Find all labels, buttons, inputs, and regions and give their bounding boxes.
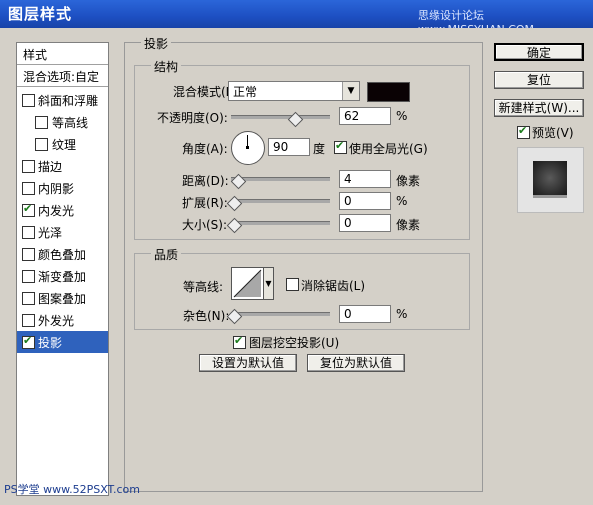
spread-input[interactable]: 0 [339, 192, 391, 210]
knockout-checkbox[interactable] [233, 334, 246, 349]
style-item-checkbox[interactable] [35, 138, 48, 151]
footer-logo: PS学堂 www.52PSXT.com [4, 483, 140, 496]
contour-label: 等高线: [183, 280, 224, 294]
style-item-checkbox[interactable] [22, 248, 35, 261]
contour-picker[interactable] [231, 267, 264, 300]
style-item-label: 外发光 [38, 314, 75, 328]
style-item-checkbox[interactable] [22, 270, 35, 283]
blend-options-item[interactable]: 混合选项:自定 [17, 65, 108, 87]
style-item-label: 描边 [38, 160, 63, 174]
ok-button[interactable]: 确定 [494, 43, 584, 61]
opacity-input[interactable]: 62 [339, 107, 391, 125]
noise-input[interactable]: 0 [339, 305, 391, 323]
style-item-checkbox[interactable] [22, 94, 35, 107]
style-item[interactable]: 光泽 [17, 221, 108, 243]
style-item-checkbox[interactable] [22, 226, 35, 239]
style-item-label: 光泽 [38, 226, 63, 240]
noise-unit: % [396, 307, 408, 321]
style-item[interactable]: 斜面和浮雕 [17, 89, 108, 111]
angle-dial[interactable] [231, 131, 265, 165]
global-light-label: 使用全局光(G) [349, 142, 428, 156]
drop-shadow-panel: 投影 结构 混合模式(B): 正常 ▼ 不透明度(O): 62 % 角度(A):… [124, 35, 483, 492]
new-style-button[interactable]: 新建样式(W)... [494, 99, 584, 117]
opacity-unit: % [396, 109, 408, 123]
spread-unit: % [396, 194, 408, 208]
anti-alias-label: 消除锯齿(L) [301, 279, 366, 293]
distance-unit: 像素 [396, 174, 421, 188]
structure-title: 结构 [151, 58, 182, 75]
size-input[interactable]: 0 [339, 214, 391, 232]
quality-title: 品质 [151, 246, 182, 263]
angle-label: 角度(A): [182, 142, 228, 156]
preview-label: 预览(V) [532, 126, 574, 140]
style-item-label: 等高线 [52, 116, 89, 130]
style-item[interactable]: 描边 [17, 155, 108, 177]
style-item[interactable]: 渐变叠加 [17, 265, 108, 287]
style-item-checkbox[interactable] [22, 182, 35, 195]
spread-slider-track[interactable] [231, 199, 330, 203]
contour-preview-icon [233, 269, 262, 298]
shadow-color-swatch[interactable] [367, 82, 410, 102]
style-item-label: 斜面和浮雕 [38, 94, 99, 108]
reset-default-button[interactable]: 复位为默认值 [307, 354, 405, 372]
window-title: 图层样式 [8, 5, 73, 23]
style-item-label: 投影 [38, 336, 63, 350]
style-item-checkbox[interactable] [22, 202, 35, 217]
style-item-checkbox[interactable] [22, 314, 35, 327]
reset-button[interactable]: 复位 [494, 71, 584, 89]
style-item[interactable]: 内发光 [17, 199, 108, 221]
style-item-checkbox[interactable] [35, 116, 48, 129]
spread-label: 扩展(R): [182, 196, 228, 210]
chevron-down-icon[interactable]: ▼ [263, 267, 274, 300]
panel-title: 投影 [141, 35, 172, 52]
style-item-label: 内发光 [38, 204, 75, 218]
style-item[interactable]: 纹理 [17, 133, 108, 155]
style-item[interactable]: 图案叠加 [17, 287, 108, 309]
noise-label: 杂色(N): [183, 309, 230, 323]
title-bar: 图层样式 思缘设计论坛 www.MISSYUAN.COM [0, 0, 593, 36]
opacity-label: 不透明度(O): [157, 111, 228, 125]
distance-label: 距离(D): [182, 174, 229, 188]
style-item-label: 渐变叠加 [38, 270, 87, 284]
preview-swatch [533, 161, 567, 198]
global-light-checkbox[interactable] [334, 139, 347, 154]
anti-alias-checkbox[interactable] [286, 278, 299, 291]
structure-group: 结构 混合模式(B): 正常 ▼ 不透明度(O): 62 % 角度(A): 90… [134, 58, 470, 240]
distance-input[interactable]: 4 [339, 170, 391, 188]
style-item[interactable]: 等高线 [17, 111, 108, 133]
preview-checkbox[interactable] [517, 124, 530, 139]
style-item[interactable]: 内阴影 [17, 177, 108, 199]
angle-unit: 度 [313, 142, 326, 156]
opacity-slider-track[interactable] [231, 115, 330, 119]
style-item-label: 纹理 [52, 138, 77, 152]
style-item-label: 颜色叠加 [38, 248, 87, 262]
style-item-checkbox[interactable] [22, 292, 35, 305]
style-item-label: 图案叠加 [38, 292, 87, 306]
set-default-button[interactable]: 设置为默认值 [199, 354, 297, 372]
style-item-label: 内阴影 [38, 182, 75, 196]
size-label: 大小(S): [182, 218, 228, 232]
style-item[interactable]: 颜色叠加 [17, 243, 108, 265]
style-item-checkbox[interactable] [22, 160, 35, 173]
style-item[interactable]: 投影 [17, 331, 108, 353]
quality-group: 品质 等高线: ▼ 消除锯齿(L) 杂色(N): 0 % [134, 246, 470, 330]
style-item[interactable]: 外发光 [17, 309, 108, 331]
size-unit: 像素 [396, 218, 421, 232]
angle-input[interactable]: 90 [268, 138, 310, 156]
knockout-label: 图层挖空投影(U) [249, 336, 340, 350]
blend-mode-select[interactable]: 正常 ▼ [228, 81, 360, 101]
style-item-checkbox[interactable] [22, 334, 35, 349]
noise-slider-track[interactable] [231, 312, 330, 316]
size-slider-track[interactable] [231, 221, 330, 225]
styles-header[interactable]: 样式 [17, 43, 108, 65]
chevron-down-icon[interactable]: ▼ [342, 82, 359, 100]
styles-list: 样式 混合选项:自定 斜面和浮雕等高线纹理描边内阴影内发光光泽颜色叠加渐变叠加图… [16, 42, 109, 496]
